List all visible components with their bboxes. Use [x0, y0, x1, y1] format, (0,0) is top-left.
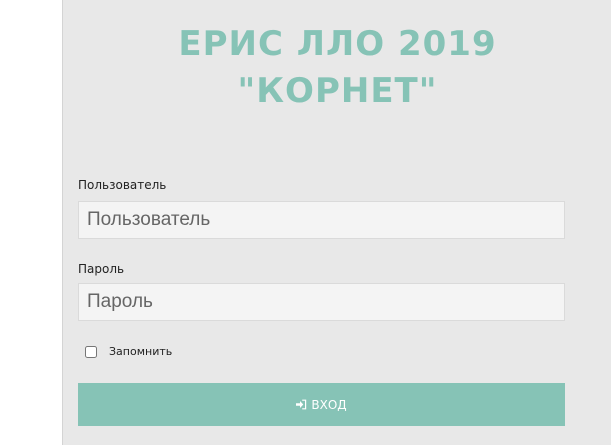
app-title-line-2: "КОРНЕТ" — [237, 71, 438, 111]
password-input[interactable] — [78, 283, 565, 321]
remember-me-row: Запомнить — [85, 345, 172, 358]
login-panel: ЕРИС ЛЛО 2019 "КОРНЕТ" Пользователь Паро… — [62, 0, 611, 445]
username-label: Пользователь — [78, 178, 167, 192]
login-button-label: ВХОД — [311, 397, 347, 412]
remember-me-checkbox[interactable] — [85, 345, 97, 358]
login-button[interactable]: ВХОД — [78, 383, 565, 426]
app-title-line-1: ЕРИС ЛЛО 2019 — [178, 24, 497, 64]
username-input[interactable] — [78, 201, 565, 239]
password-label: Пароль — [78, 262, 125, 276]
remember-me-label[interactable]: Запомнить — [109, 345, 172, 358]
sign-in-icon — [296, 399, 307, 410]
